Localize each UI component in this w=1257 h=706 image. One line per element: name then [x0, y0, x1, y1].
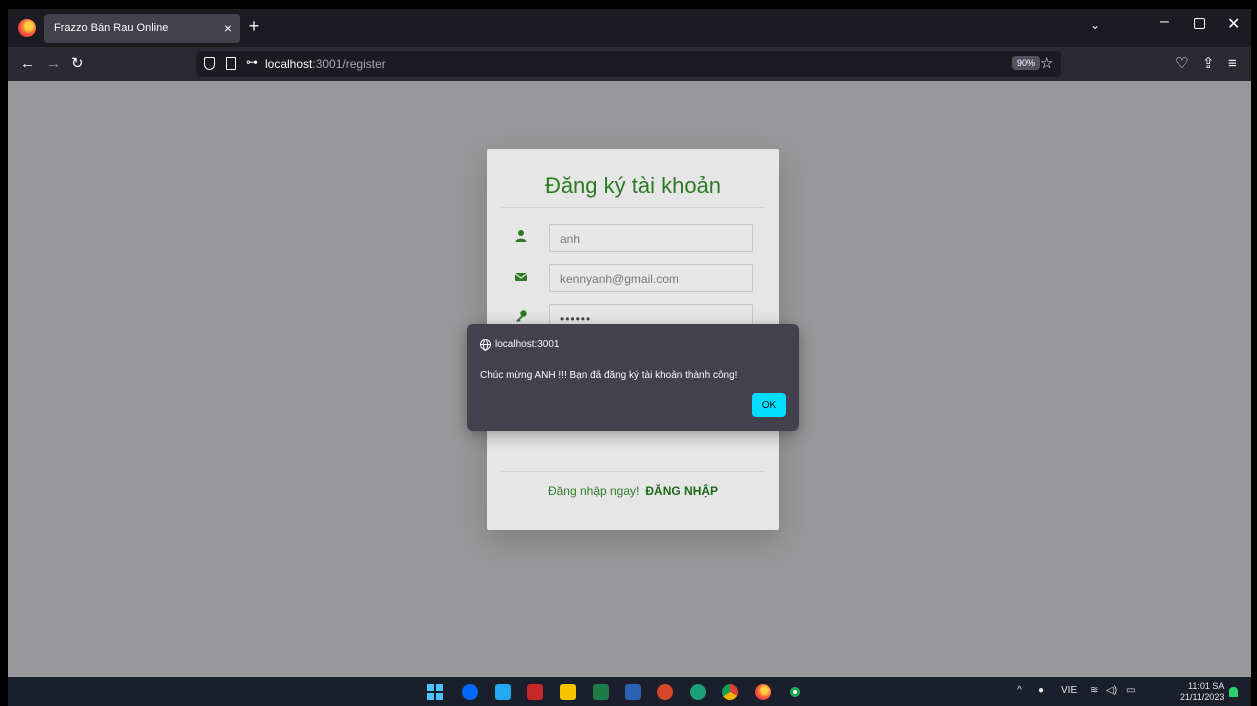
battery-icon[interactable]: ▭: [1126, 685, 1135, 696]
page-viewport: Đăng ký tài khoản anh kennyanh@gmail.com…: [8, 81, 1251, 677]
tab-title: Frazzo Bán Rau Online: [54, 22, 169, 34]
powerpoint-icon[interactable]: [657, 684, 673, 700]
notification-bell-icon[interactable]: [1229, 687, 1238, 697]
zoom-badge[interactable]: 90%: [1012, 56, 1041, 70]
divider: [501, 207, 765, 208]
pocket-icon[interactable]: ♡: [1175, 55, 1188, 73]
globe-icon: [480, 339, 491, 351]
name-input[interactable]: anh: [549, 224, 753, 252]
menu-icon[interactable]: ≡: [1228, 55, 1237, 73]
close-icon[interactable]: ✕: [1227, 14, 1240, 34]
zalo-icon[interactable]: [462, 684, 478, 700]
app-tray-icon[interactable]: ●: [1038, 685, 1044, 696]
clock-date: 21/11/2023: [1180, 692, 1225, 702]
login-row: Đăng nhập ngay! ĐĂNG NHẬP: [487, 484, 779, 498]
mongodb-icon[interactable]: [787, 684, 803, 700]
chrome-icon[interactable]: [722, 684, 738, 700]
minimize-icon[interactable]: –: [1160, 13, 1169, 31]
url-bar[interactable]: ⊶ localhost:3001/register 90% ☆: [196, 51, 1061, 77]
page-title: Đăng ký tài khoản: [544, 173, 722, 198]
new-tab-button[interactable]: +: [244, 15, 264, 37]
wifi-icon[interactable]: ≋: [1090, 685, 1098, 696]
sticky-notes-icon[interactable]: [560, 684, 576, 700]
forward-icon[interactable]: →: [46, 55, 61, 73]
dialog-origin: localhost:3001: [495, 339, 560, 350]
tab-strip: Frazzo Bán Rau Online × + ⌄ – ✕: [8, 9, 1251, 47]
envelope-icon: [514, 273, 528, 281]
app-icon[interactable]: [527, 684, 543, 700]
tab-close-icon[interactable]: ×: [224, 19, 232, 37]
language-indicator[interactable]: VIE: [1061, 685, 1077, 696]
volume-icon[interactable]: ◁): [1106, 685, 1117, 696]
alert-dialog: localhost:3001 Chúc mừng ANH !!! Bạn đã …: [467, 324, 799, 431]
key-icon: [516, 310, 527, 323]
login-prompt: Đăng nhập ngay!: [547, 484, 640, 498]
ok-button[interactable]: OK: [752, 393, 786, 417]
browser-tab[interactable]: Frazzo Bán Rau Online ×: [44, 14, 240, 43]
excel-icon[interactable]: [593, 684, 609, 700]
chevron-down-icon[interactable]: ⌄: [1090, 18, 1100, 32]
nav-bar: ← → ↻ ⊶ localhost:3001/register 90% ☆ ♡ …: [8, 47, 1251, 81]
reload-icon[interactable]: ↻: [71, 55, 84, 73]
firefox-icon[interactable]: [755, 684, 771, 700]
word-icon[interactable]: [625, 684, 641, 700]
edge-icon[interactable]: [690, 684, 706, 700]
key-icon[interactable]: ⊶: [246, 55, 258, 69]
taskbar: ^ ● VIE ≋ ◁) ▭ 11:01 SA 21/11/2023: [8, 677, 1251, 706]
clock-time: 11:01 SA: [1188, 681, 1225, 691]
browser-window: Frazzo Bán Rau Online × + ⌄ – ✕ ← → ↻ ⊶ …: [8, 9, 1251, 706]
page-info-icon[interactable]: [226, 57, 236, 70]
share-icon[interactable]: ⇪: [1202, 55, 1215, 73]
dialog-message: Chúc mừng ANH !!! Bạn đã đăng ký tài kho…: [480, 370, 738, 381]
email-input[interactable]: kennyanh@gmail.com: [549, 264, 753, 292]
restore-icon[interactable]: [1194, 18, 1205, 29]
start-icon[interactable]: [427, 684, 443, 700]
back-icon[interactable]: ←: [20, 55, 35, 73]
star-icon[interactable]: ☆: [1040, 54, 1053, 72]
user-icon: [515, 230, 527, 242]
firefox-icon[interactable]: [18, 19, 36, 37]
clock[interactable]: 11:01 SA 21/11/2023: [1180, 681, 1224, 703]
login-link[interactable]: ĐĂNG NHẬP: [645, 484, 718, 498]
chevron-up-icon[interactable]: ^: [1017, 685, 1022, 696]
divider: [501, 471, 765, 472]
vscode-icon[interactable]: [495, 684, 511, 700]
url-text[interactable]: localhost:3001/register: [265, 57, 386, 71]
shield-icon[interactable]: [204, 57, 215, 70]
